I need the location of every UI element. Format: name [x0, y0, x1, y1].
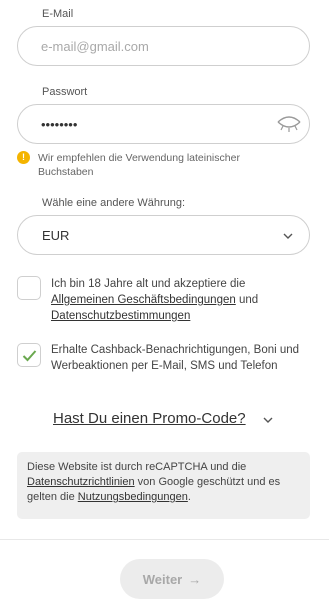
- continue-button-label: Weiter: [142, 571, 183, 587]
- currency-label: Wähle eine andere Währung:: [42, 197, 186, 209]
- terms-link[interactable]: Allgemeinen Geschäftsbedingungen: [51, 294, 236, 306]
- chevron-down-icon: [283, 233, 293, 239]
- password-label: Passwort: [42, 86, 88, 98]
- continue-button[interactable]: Weiter →: [120, 559, 224, 599]
- password-input[interactable]: [41, 105, 271, 143]
- promo-code-toggle[interactable]: Hast Du einen Promo-Code?: [53, 410, 246, 427]
- age-consent-and: und: [235, 294, 259, 306]
- email-label: E-Mail: [42, 8, 74, 20]
- cashback-consent-text: Erhalte Cashback-Benachrichtigungen, Bon…: [51, 344, 300, 372]
- google-privacy-link[interactable]: Datenschutzrichtlinien: [27, 476, 135, 488]
- cashback-consent-checkbox[interactable]: [17, 343, 41, 367]
- recaptcha-text-1: Diese Website ist durch reCAPTCHA und di…: [27, 461, 247, 473]
- password-field-wrapper: [17, 104, 310, 144]
- age-consent-text: Ich bin 18 Jahre alt und akzeptiere die …: [51, 276, 306, 324]
- age-consent-text-part: Ich bin 18 Jahre alt und akzeptiere die: [51, 278, 246, 290]
- recaptcha-notice: Diese Website ist durch reCAPTCHA und di…: [17, 452, 310, 519]
- latin-warning-text: Wir empfehlen die Verwendung lateinische…: [38, 152, 240, 178]
- chevron-down-icon[interactable]: [262, 414, 274, 426]
- google-terms-link[interactable]: Nutzungsbedingungen: [78, 491, 188, 503]
- email-field-wrapper: [17, 26, 310, 66]
- age-consent-checkbox[interactable]: [17, 276, 41, 300]
- checkmark-icon: [22, 350, 37, 362]
- recaptcha-text-3: .: [187, 491, 191, 503]
- email-input[interactable]: [41, 27, 271, 65]
- currency-value: EUR: [42, 228, 70, 243]
- currency-select[interactable]: EUR: [17, 215, 310, 255]
- exclamation-icon: !: [17, 151, 30, 164]
- privacy-link[interactable]: Datenschutzbestimmungen: [51, 310, 190, 322]
- arrow-right-icon: →: [188, 571, 202, 587]
- divider: [0, 539, 329, 540]
- eye-closed-icon[interactable]: [277, 114, 301, 134]
